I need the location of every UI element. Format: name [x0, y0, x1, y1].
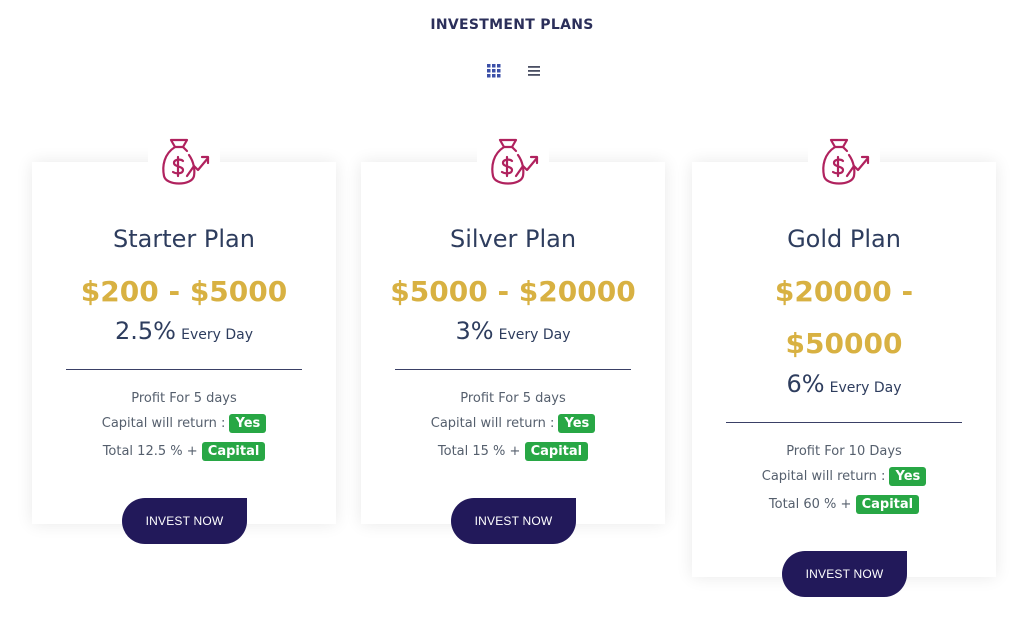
divider	[66, 369, 302, 370]
daily-rate: 6% Every Day	[692, 370, 996, 398]
plan-price-range: $200 - $5000	[80, 275, 288, 308]
money-bag-growth-icon	[822, 138, 870, 185]
plan-name: Gold Plan	[787, 225, 901, 253]
plan-name: Silver Plan	[449, 225, 577, 253]
total-return-row: Total 15 % + Capital	[361, 442, 665, 461]
page-title: INVESTMENT PLANS	[430, 17, 594, 33]
grid-icon	[487, 64, 501, 78]
capital-return-badge: Yes	[889, 467, 927, 486]
plan-card-gold: Gold Plan $20000 - $50000 6% Every Day P…	[692, 136, 996, 597]
capital-return-label: Capital will return :	[430, 416, 555, 431]
capital-return-row: Capital will return : Yes	[361, 414, 665, 433]
total-capital-badge: Capital	[201, 442, 266, 461]
capital-return-label: Capital will return :	[761, 469, 886, 484]
total-return-label: Total 60 % +	[768, 497, 852, 512]
money-bag-growth-icon	[491, 138, 539, 185]
invest-now-button[interactable]: INVEST NOW	[122, 498, 247, 544]
grid-view-button[interactable]	[486, 63, 502, 79]
invest-now-button[interactable]: INVEST NOW	[782, 551, 907, 597]
profit-duration: Profit For 5 days	[460, 391, 566, 406]
plan-name: Starter Plan	[113, 225, 255, 253]
rate-value: 2.5%	[115, 317, 176, 345]
total-return-label: Total 12.5 % +	[102, 444, 198, 459]
rate-value: 3%	[455, 317, 494, 345]
rate-suffix: Every Day	[498, 327, 571, 343]
capital-return-row: Capital will return : Yes	[692, 467, 996, 486]
card-icon-wrap	[148, 136, 220, 196]
capital-return-badge: Yes	[229, 414, 267, 433]
capital-return-badge: Yes	[558, 414, 596, 433]
total-return-row: Total 60 % + Capital	[692, 495, 996, 514]
card-icon-wrap	[808, 136, 880, 196]
card-icon-wrap	[477, 136, 549, 196]
rate-value: 6%	[786, 370, 825, 398]
profit-duration: Profit For 10 Days	[786, 444, 902, 459]
plan-card-silver: Silver Plan $5000 - $20000 3% Every Day …	[361, 136, 665, 544]
total-return-row: Total 12.5 % + Capital	[32, 442, 336, 461]
profit-duration: Profit For 5 days	[131, 391, 237, 406]
list-view-button[interactable]	[526, 63, 542, 79]
total-capital-badge: Capital	[855, 495, 920, 514]
daily-rate: 2.5% Every Day	[32, 317, 336, 345]
capital-return-label: Capital will return :	[101, 416, 226, 431]
total-capital-badge: Capital	[524, 442, 589, 461]
list-icon	[528, 66, 540, 76]
capital-return-row: Capital will return : Yes	[32, 414, 336, 433]
divider	[395, 369, 631, 370]
rate-suffix: Every Day	[181, 327, 253, 343]
daily-rate: 3% Every Day	[361, 317, 665, 345]
money-bag-growth-icon	[162, 138, 210, 185]
total-return-label: Total 15 % +	[437, 444, 521, 459]
divider	[726, 422, 962, 423]
plan-card-starter: Starter Plan $200 - $5000 2.5% Every Day…	[32, 136, 336, 544]
plan-price-range: $5000 - $20000	[390, 275, 636, 308]
plan-price-range: $20000 - $50000	[774, 275, 914, 360]
rate-suffix: Every Day	[829, 380, 902, 396]
invest-now-button[interactable]: INVEST NOW	[451, 498, 576, 544]
